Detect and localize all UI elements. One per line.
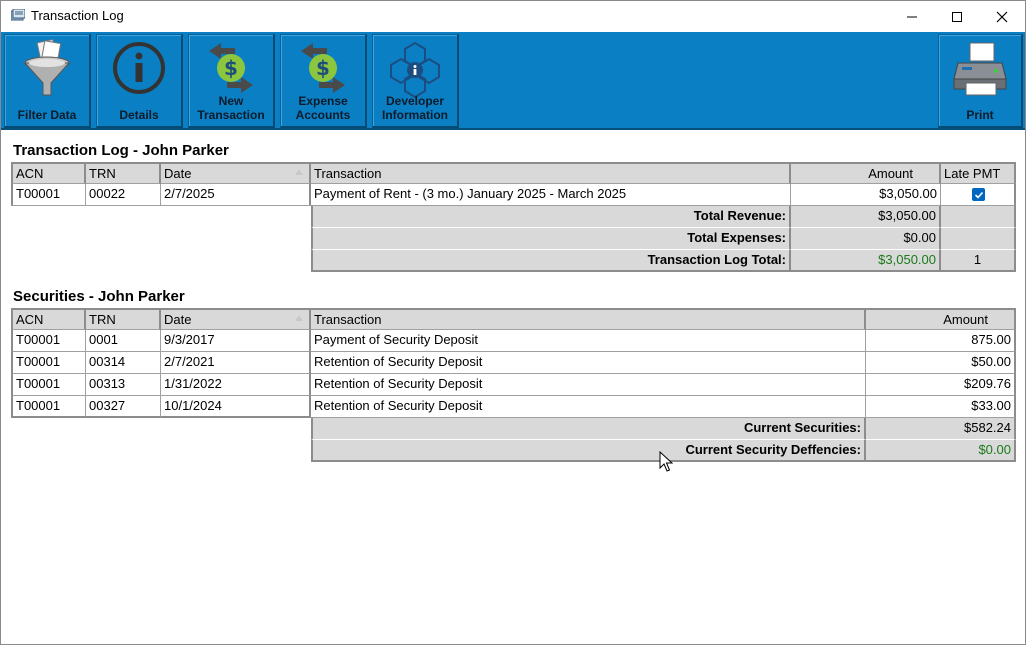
log-total-label: Transaction Log Total: [311,250,791,272]
table-row-date[interactable]: 10/1/2024 [161,396,311,418]
total-revenue-value: $3,050.00 [791,206,941,228]
late-count-value: 1 [941,250,1016,272]
securities-title: Securities - John Parker [13,288,185,305]
table-row-acn[interactable]: T00001 [11,396,86,418]
table-row-trn[interactable]: 00022 [86,184,161,206]
col-amount[interactable]: Amount [866,308,1016,330]
funnel-icon [23,39,71,96]
developer-information-button[interactable]: Developer Information [372,34,459,128]
table-row-acn[interactable]: T00001 [11,352,86,374]
table-row-transaction[interactable]: Retention of Security Deposit [311,396,866,418]
log-total-value: $3,050.00 [791,250,941,272]
total-revenue-late [941,206,1016,228]
security-deficiency-value: $0.00 [866,440,1016,462]
total-expenses-value: $0.00 [791,228,941,250]
late-pmt-checkbox[interactable] [972,188,985,201]
toolbar: Filter Data Details $ New Transaction $ … [1,32,1025,130]
app-window: Transaction Log Filter Data Details $ Ne… [0,0,1026,645]
details-button[interactable]: Details [96,34,183,128]
col-date-label: Date [164,166,192,181]
info-icon [113,42,165,94]
table-row-amount[interactable]: $33.00 [866,396,1016,418]
table-row-amount[interactable]: $3,050.00 [791,184,941,206]
col-date-label: Date [164,312,192,327]
print-button[interactable]: Print [938,34,1023,128]
sort-ascending-icon [295,169,303,175]
svg-text:$: $ [224,56,238,80]
table-row-transaction[interactable]: Retention of Security Deposit [311,374,866,396]
svg-text:$: $ [316,56,330,80]
col-acn[interactable]: ACN [11,308,86,330]
dollar-exchange-icon: $ [209,43,253,93]
total-expenses-late [941,228,1016,250]
table-row-amount[interactable]: $209.76 [866,374,1016,396]
table-row-date[interactable]: 2/7/2025 [161,184,311,206]
network-info-icon [390,41,440,99]
table-row-acn[interactable]: T00001 [11,184,86,206]
window-title: Transaction Log [31,8,124,23]
title-bar: Transaction Log [1,1,1025,32]
filter-data-button[interactable]: Filter Data [4,34,91,128]
print-label: Print [966,108,994,122]
close-button[interactable] [979,1,1025,32]
table-row-amount[interactable]: $50.00 [866,352,1016,374]
total-expenses-label: Total Expenses: [311,228,791,250]
col-transaction[interactable]: Transaction [311,308,866,330]
security-deficiency-label: Current Security Deffencies: [311,440,866,462]
late-pmt-cell[interactable] [941,184,1016,206]
expense-accounts-button[interactable]: $ Expense Accounts [280,34,367,128]
table-row-acn[interactable]: T00001 [11,330,86,352]
table-row-amount[interactable]: 875.00 [866,330,1016,352]
table-row-acn[interactable]: T00001 [11,374,86,396]
dollar-exchange-icon: $ [301,43,345,93]
col-trn[interactable]: TRN [86,308,161,330]
maximize-icon [952,11,962,22]
sort-ascending-icon [295,315,303,321]
col-amount[interactable]: Amount [791,162,941,184]
current-securities-value: $582.24 [866,418,1016,440]
table-row-trn[interactable]: 00314 [86,352,161,374]
col-date[interactable]: Date [161,162,311,184]
table-row-transaction[interactable]: Payment of Security Deposit [311,330,866,352]
total-revenue-label: Total Revenue: [311,206,791,228]
filter-data-label: Filter Data [17,108,77,122]
col-date[interactable]: Date [161,308,311,330]
current-securities-label: Current Securities: [311,418,866,440]
expense-accounts-label: Expense Accounts [295,94,351,122]
col-late-pmt[interactable]: Late PMT [941,162,1016,184]
printer-icon [953,42,1007,96]
col-acn[interactable]: ACN [11,162,86,184]
app-icon [11,9,25,21]
col-trn[interactable]: TRN [86,162,161,184]
maximize-button[interactable] [934,1,980,32]
mouse-cursor-icon [659,451,673,472]
table-row-trn[interactable]: 00313 [86,374,161,396]
minimize-button[interactable] [889,1,935,32]
table-row-transaction[interactable]: Payment of Rent - (3 mo.) January 2025 -… [311,184,791,206]
check-icon [974,191,983,199]
table-row-transaction[interactable]: Retention of Security Deposit [311,352,866,374]
details-label: Details [119,108,159,122]
table-row-trn[interactable]: 00327 [86,396,161,418]
new-transaction-label: New Transaction [197,94,265,122]
table-row-trn[interactable]: 0001 [86,330,161,352]
table-row-date[interactable]: 2/7/2021 [161,352,311,374]
transaction-log-title: Transaction Log - John Parker [13,142,229,159]
developer-information-label: Developer Information [382,94,448,122]
minimize-icon [907,16,917,17]
col-transaction[interactable]: Transaction [311,162,791,184]
table-row-date[interactable]: 9/3/2017 [161,330,311,352]
new-transaction-button[interactable]: $ New Transaction [188,34,275,128]
close-icon [996,11,1008,22]
table-row-date[interactable]: 1/31/2022 [161,374,311,396]
